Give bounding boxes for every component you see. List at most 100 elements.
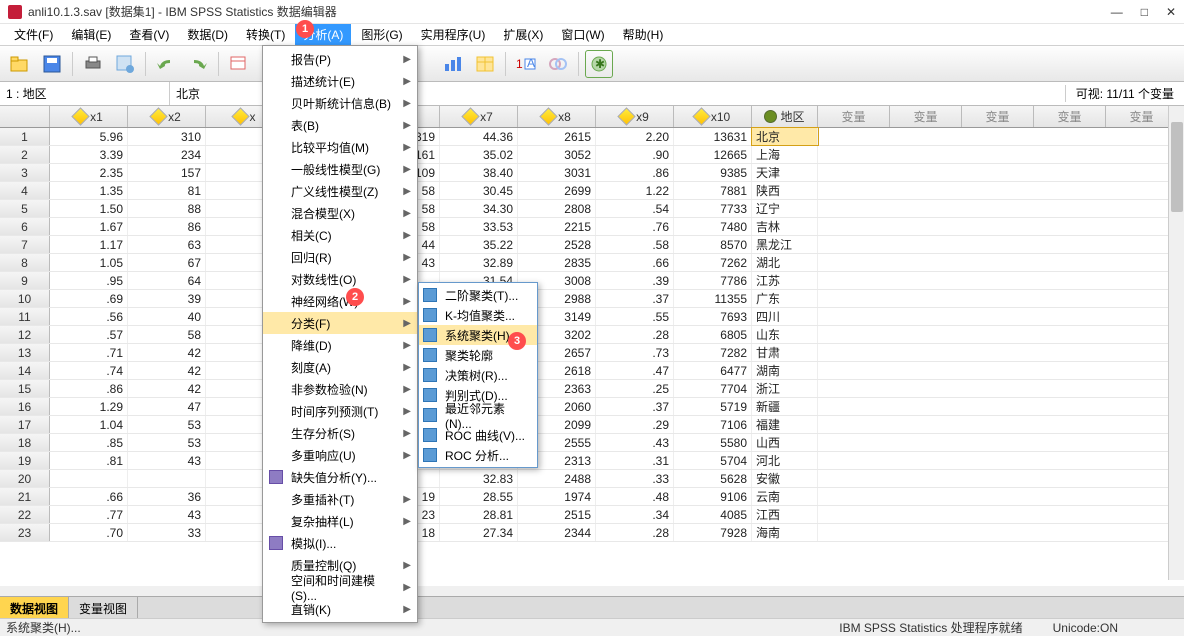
value-labels-button[interactable]: 1A [512,50,540,78]
region-cell[interactable]: 山西 [752,434,818,451]
data-cell[interactable]: 5580 [674,434,752,451]
data-cell[interactable]: 43 [128,452,206,469]
menu-item-T[interactable]: 多重插补(T)▶ [263,488,417,510]
menu-item-B[interactable]: 表(B)▶ [263,114,417,136]
data-cell[interactable]: 32.83 [440,470,518,487]
data-cell[interactable]: .37 [596,290,674,307]
data-cell[interactable]: .33 [596,470,674,487]
menu-item[interactable]: 转换(T) [238,24,293,45]
region-cell[interactable]: 甘肃 [752,344,818,361]
row-header[interactable]: 1 [0,128,50,145]
column-header[interactable]: x2 [128,106,206,127]
data-cell[interactable]: .74 [50,362,128,379]
row-header[interactable]: 18 [0,434,50,451]
menu-item-R[interactable]: 回归(R)▶ [263,246,417,268]
data-cell[interactable]: .29 [596,416,674,433]
data-cell[interactable]: .90 [596,146,674,163]
data-cell[interactable]: 2515 [518,506,596,523]
region-cell[interactable]: 海南 [752,524,818,541]
data-cell[interactable]: .34 [596,506,674,523]
data-cell[interactable]: 32.89 [440,254,518,271]
data-cell[interactable]: 1.22 [596,182,674,199]
data-cell[interactable]: .55 [596,308,674,325]
data-cell[interactable]: .25 [596,380,674,397]
row-header[interactable]: 8 [0,254,50,271]
data-cell[interactable]: 9106 [674,488,752,505]
data-cell[interactable]: 310 [128,128,206,145]
row-header[interactable]: 19 [0,452,50,469]
row-header[interactable]: 15 [0,380,50,397]
data-cell[interactable]: 28.55 [440,488,518,505]
data-cell[interactable]: .56 [50,308,128,325]
data-cell[interactable]: 81 [128,182,206,199]
data-cell[interactable]: 2215 [518,218,596,235]
row-header[interactable]: 2 [0,146,50,163]
data-cell[interactable]: 1.05 [50,254,128,271]
row-header[interactable]: 14 [0,362,50,379]
menu-item-W[interactable]: 神经网络(W)▶ [263,290,417,312]
open-button[interactable] [6,50,34,78]
data-cell[interactable]: 64 [128,272,206,289]
region-cell[interactable]: 江西 [752,506,818,523]
row-header[interactable]: 22 [0,506,50,523]
column-header-empty[interactable]: 变量 [962,106,1034,127]
data-cell[interactable]: 7106 [674,416,752,433]
data-cell[interactable]: .48 [596,488,674,505]
data-cell[interactable]: .81 [50,452,128,469]
row-header[interactable]: 13 [0,344,50,361]
minimize-button[interactable]: — [1111,5,1123,19]
data-cell[interactable]: 7928 [674,524,752,541]
data-cell[interactable]: 12665 [674,146,752,163]
data-cell[interactable]: 36 [128,488,206,505]
vertical-scrollbar[interactable] [1168,106,1184,580]
data-cell[interactable]: .54 [596,200,674,217]
menu-item-K[interactable]: 直销(K)▶ [263,598,417,620]
menu-item-B[interactable]: 贝叶斯统计信息(B)▶ [263,92,417,114]
menu-item-X[interactable]: 混合模型(X)▶ [263,202,417,224]
row-header[interactable]: 5 [0,200,50,217]
data-cell[interactable]: 5628 [674,470,752,487]
region-cell[interactable]: 湖南 [752,362,818,379]
data-cell[interactable]: .71 [50,344,128,361]
row-header[interactable]: 12 [0,326,50,343]
data-cell[interactable]: 1.29 [50,398,128,415]
data-cell[interactable]: 2835 [518,254,596,271]
data-cell[interactable]: .73 [596,344,674,361]
variable-view-tab[interactable]: 变量视图 [69,597,138,618]
data-view-tab[interactable]: 数据视图 [0,597,69,618]
chart-button[interactable] [439,50,467,78]
data-cell[interactable]: 28.81 [440,506,518,523]
run-button[interactable]: ✱ [585,50,613,78]
data-cell[interactable]: .47 [596,362,674,379]
data-cell[interactable]: 43 [128,506,206,523]
data-cell[interactable]: 7480 [674,218,752,235]
data-cell[interactable]: 1974 [518,488,596,505]
menu-item-M[interactable]: 比较平均值(M)▶ [263,136,417,158]
column-header[interactable]: x7 [440,106,518,127]
data-cell[interactable]: .39 [596,272,674,289]
menu-item-N[interactable]: 非参数检验(N)▶ [263,378,417,400]
data-cell[interactable]: 7282 [674,344,752,361]
column-header-empty[interactable]: 变量 [818,106,890,127]
column-header[interactable]: x9 [596,106,674,127]
data-cell[interactable]: .66 [50,488,128,505]
column-header-region[interactable]: 地区 [752,106,818,127]
data-cell[interactable]: 47 [128,398,206,415]
data-cell[interactable]: 2344 [518,524,596,541]
data-cell[interactable]: 7786 [674,272,752,289]
menu-item-E[interactable]: 描述统计(E)▶ [263,70,417,92]
recall-dialog-button[interactable] [111,50,139,78]
region-cell[interactable]: 吉林 [752,218,818,235]
data-cell[interactable]: 7881 [674,182,752,199]
data-cell[interactable]: 4085 [674,506,752,523]
data-cell[interactable]: 6477 [674,362,752,379]
row-header[interactable]: 16 [0,398,50,415]
data-cell[interactable]: 38.40 [440,164,518,181]
data-cell[interactable]: 8570 [674,236,752,253]
data-cell[interactable]: 33 [128,524,206,541]
data-cell[interactable]: 42 [128,362,206,379]
data-cell[interactable]: 7262 [674,254,752,271]
data-cell[interactable]: 35.22 [440,236,518,253]
row-header[interactable]: 3 [0,164,50,181]
data-cell[interactable]: .85 [50,434,128,451]
